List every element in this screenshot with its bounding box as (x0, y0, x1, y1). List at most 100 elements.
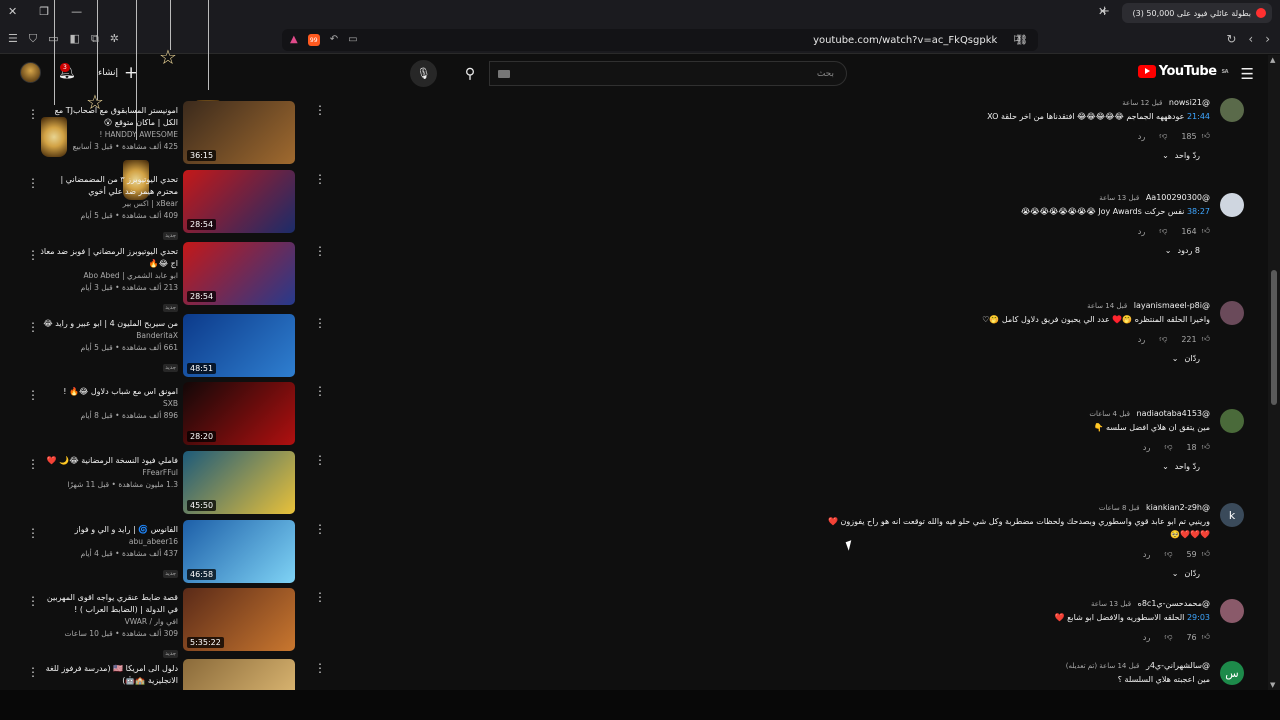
comment-time[interactable]: قبل 14 ساعة (1087, 302, 1127, 310)
comment-time[interactable]: قبل 12 ساعة (1122, 99, 1162, 107)
video-thumbnail[interactable]: 46:58 (183, 520, 295, 583)
video-channel[interactable]: BanderitaX (40, 330, 178, 342)
thumbs-down-icon[interactable]: 👎︎ (1159, 334, 1167, 344)
sidebar-icon[interactable]: ◧ (70, 32, 80, 46)
reply-button[interactable]: رد (1143, 550, 1150, 559)
comment-author[interactable]: @محمدحسن-ي8c1ه (1138, 599, 1210, 608)
like-button[interactable]: 👍︎ 59 (1186, 549, 1210, 559)
comment-avatar[interactable] (1220, 98, 1244, 122)
like-button[interactable]: 👍︎ 185 (1181, 131, 1210, 141)
address-bar[interactable]: ▲ 99 ↶ ▭ youtube.com/watch?v=ac_FkQsgpkk… (282, 29, 1038, 51)
video-more-icon[interactable]: ⋮ (27, 320, 39, 334)
related-video-item[interactable]: ⋮ امونيستر المسابقوق مع اصحابTJ مع الكل … (0, 101, 330, 167)
video-thumbnail[interactable]: 28:54 (183, 170, 295, 233)
video-thumbnail[interactable]: 28:54 (183, 242, 295, 305)
video-menu-icon[interactable]: ⋮ (314, 316, 326, 330)
video-thumbnail[interactable]: 45:50 (183, 451, 295, 514)
scroll-down-icon[interactable]: ▼ (1270, 681, 1275, 689)
thumbs-down-icon[interactable]: 👎︎ (1164, 442, 1172, 452)
youtube-logo[interactable]: YouTube SA (1137, 64, 1229, 79)
forward-icon[interactable]: › (1265, 32, 1270, 46)
comment-author[interactable]: @سالشهراني-ي4ر (1146, 661, 1210, 670)
video-menu-icon[interactable]: ⋮ (314, 661, 326, 675)
thumbs-down-icon[interactable]: 👎︎ (1159, 226, 1167, 236)
video-channel[interactable]: abu_abeer16 (40, 536, 178, 548)
reply-button[interactable]: رد (1138, 132, 1145, 141)
reader-icon[interactable]: ▭ (348, 34, 357, 46)
comment-avatar[interactable] (1220, 193, 1244, 217)
video-title[interactable]: قصة ضابط عنقري يواجه اقوى المهربين في ال… (40, 592, 178, 616)
like-button[interactable]: 👍︎ 221 (1181, 334, 1210, 344)
video-info[interactable]: امونيستر المسابقوق مع اصحابTJ مع الكل | … (40, 105, 178, 153)
scroll-up-icon[interactable]: ▲ (1270, 56, 1275, 64)
related-video-item[interactable]: ⋮ فاملي فيود النسخة الرمضانية 😂🌙 ❤️ FFea… (0, 451, 330, 517)
video-info[interactable]: من سيربح المليون 4 | ابو عبير و رايد 😂 B… (40, 318, 178, 373)
video-title[interactable]: تحدي اليوتيوبرز ٣ من المضمضاني | محترم ه… (40, 174, 178, 198)
related-video-item[interactable]: ⋮ تحدي اليوتيوبرز الرمضاني | فوبز ضد معا… (0, 242, 330, 312)
video-channel[interactable]: HANDDY AWESOME ! (40, 129, 178, 141)
undo-icon[interactable]: ↶ (330, 34, 338, 46)
video-menu-icon[interactable]: ⋮ (314, 453, 326, 467)
browser-tab[interactable]: ✕ (3) بطولة عائلي فيود على 50,000 (1098, 3, 1272, 23)
video-menu-icon[interactable]: ⋮ (314, 590, 326, 604)
scrollbar-thumb[interactable] (1271, 270, 1277, 405)
reply-button[interactable]: رد (1143, 443, 1150, 452)
video-info[interactable]: دلول الى امريكا 🇺🇸 (مدرسة فرفوز للغة الا… (40, 663, 178, 687)
video-more-icon[interactable]: ⋮ (27, 248, 39, 262)
comment-avatar[interactable] (1220, 599, 1244, 623)
comment-time[interactable]: قبل 13 ساعة (1099, 194, 1139, 202)
view-replies-button[interactable]: 8 ردود ⌄ (820, 246, 1210, 255)
like-button[interactable]: 👍︎ 18 (1186, 442, 1210, 452)
account-avatar[interactable] (20, 62, 41, 83)
video-menu-icon[interactable]: ⋮ (314, 172, 326, 186)
like-button[interactable]: 👍︎ 164 (1181, 226, 1210, 236)
related-video-item[interactable]: ⋮ امونق اس مع شباب دلاول 😂🔥 ! SXB 896 أل… (0, 382, 330, 448)
thumbs-down-icon[interactable]: 👎︎ (1164, 632, 1172, 642)
close-window-icon[interactable]: ✕ (8, 5, 17, 18)
related-video-item[interactable]: ⋮ تحدي اليوتيوبرز ٣ من المضمضاني | محترم… (0, 170, 330, 240)
comment-avatar[interactable]: س (1220, 661, 1244, 685)
view-replies-button[interactable]: ردّ واحد ⌄ (820, 151, 1210, 160)
restore-window-icon[interactable]: ❐ (39, 5, 49, 18)
like-button[interactable]: 👍︎ 76 (1186, 632, 1210, 642)
search-input[interactable]: بحث (489, 61, 847, 86)
comment-timestamp-link[interactable]: 38:27 (1187, 207, 1210, 216)
video-menu-icon[interactable]: ⋮ (314, 522, 326, 536)
search-button[interactable]: ⚲ (452, 61, 488, 86)
video-channel[interactable]: SXB (40, 398, 178, 410)
hamburger-menu-icon[interactable]: ☰ (8, 32, 18, 46)
comment-author[interactable]: @nowsi21 (1169, 98, 1210, 107)
related-video-item[interactable]: ⋮ قصة ضابط عنقري يواجه اقوى المهربين في … (0, 588, 330, 658)
view-replies-button[interactable]: ردّان ⌄ (820, 569, 1210, 578)
video-info[interactable]: فاملي فيود النسخة الرمضانية 😂🌙 ❤️ FFearF… (40, 455, 178, 491)
create-button[interactable]: إنشاء + (90, 62, 146, 84)
minimize-window-icon[interactable]: — (71, 5, 82, 18)
comment-time[interactable]: قبل 13 ساعة (1091, 600, 1131, 608)
video-thumbnail[interactable] (183, 659, 295, 690)
comment-time[interactable]: قبل 14 ساعة (تم تعديله) (1066, 662, 1140, 670)
video-channel[interactable]: FFearFFul (40, 467, 178, 479)
related-video-item[interactable]: ⋮ دلول الى امريكا 🇺🇸 (مدرسة فرفوز للغة ا… (0, 659, 330, 690)
reply-button[interactable]: رد (1138, 227, 1145, 236)
video-info[interactable]: تحدي اليوتيوبرز ٣ من المضمضاني | محترم ه… (40, 174, 178, 241)
thumbs-down-icon[interactable]: 👎︎ (1159, 131, 1167, 141)
thumbs-down-icon[interactable]: 👎︎ (1164, 549, 1172, 559)
video-channel[interactable]: ابو عابد الشمري | Abo Abed (40, 270, 178, 282)
video-thumbnail[interactable]: 5:35:22 (183, 588, 295, 651)
video-title[interactable]: فاملي فيود النسخة الرمضانية 😂🌙 ❤️ (40, 455, 178, 467)
video-more-icon[interactable]: ⋮ (27, 388, 39, 402)
comment-avatar[interactable] (1220, 409, 1244, 433)
comment-author[interactable]: @layanismaeel-p8i (1134, 301, 1210, 310)
video-more-icon[interactable]: ⋮ (27, 457, 39, 471)
video-info[interactable]: قصة ضابط عنقري يواجه اقوى المهربين في ال… (40, 592, 178, 659)
video-channel[interactable]: xBear | اكس بير (40, 198, 178, 210)
reply-button[interactable]: رد (1138, 335, 1145, 344)
video-more-icon[interactable]: ⋮ (27, 594, 39, 608)
back-icon[interactable]: ‹ (1248, 32, 1253, 46)
video-title[interactable]: امونيستر المسابقوق مع اصحابTJ مع الكل | … (40, 105, 178, 129)
video-title[interactable]: من سيربح المليون 4 | ابو عبير و رايد 😂 (40, 318, 178, 330)
video-title[interactable]: امونق اس مع شباب دلاول 😂🔥 ! (40, 386, 178, 398)
related-video-item[interactable]: ⋮ من سيربح المليون 4 | ابو عبير و رايد 😂… (0, 314, 330, 380)
video-title[interactable]: الفانوس 🌀 | رايد و الي و فواز (40, 524, 178, 536)
voice-search-button[interactable]: 🎙︎ (410, 60, 437, 87)
